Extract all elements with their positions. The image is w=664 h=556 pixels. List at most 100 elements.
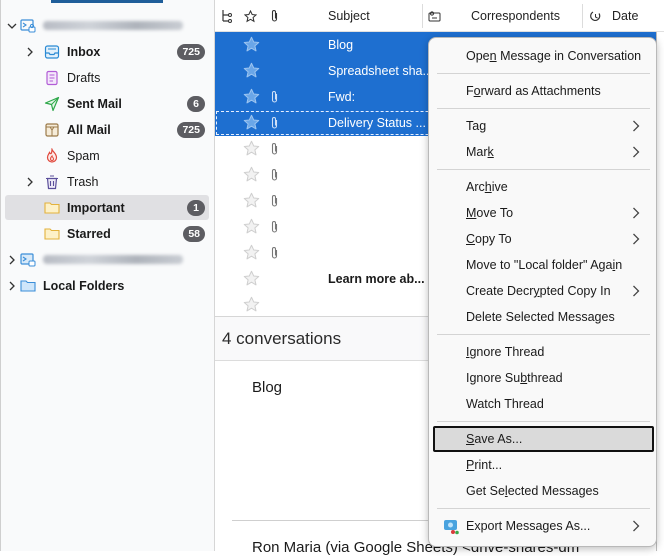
menu-item-archive[interactable]: Archive <box>433 174 654 200</box>
all-mail-icon <box>43 121 61 139</box>
star-icon[interactable] <box>243 88 260 105</box>
subject-column-header[interactable]: Subject <box>328 0 370 32</box>
spam-icon <box>43 147 61 165</box>
folder-inbox[interactable]: Inbox 725 <box>5 39 209 64</box>
menu-item-tag[interactable]: Tag <box>433 113 654 139</box>
menu-item-open-message-in-conversation[interactable]: Open Message in Conversation <box>433 43 654 69</box>
chevron-right-icon[interactable] <box>5 253 19 267</box>
message-subject: Fwd: <box>328 90 356 104</box>
folder-starred[interactable]: Starred 58 <box>5 221 209 246</box>
star-icon[interactable] <box>243 244 260 261</box>
scrollbar-track[interactable] <box>656 32 664 551</box>
account-row-2[interactable] <box>5 247 209 272</box>
submenu-arrow-icon <box>632 285 640 297</box>
menu-separator <box>437 169 650 170</box>
star-icon[interactable] <box>243 166 260 183</box>
folder-name: Trash <box>67 174 99 189</box>
star-icon[interactable] <box>243 140 260 157</box>
menu-separator <box>437 108 650 109</box>
folder-name: All Mail <box>67 122 111 137</box>
conversation-subject[interactable]: Blog <box>252 379 282 396</box>
folder-sent-mail[interactable]: Sent Mail 6 <box>5 91 209 116</box>
account-row-1[interactable] <box>5 13 209 38</box>
scroll-indicator <box>51 0 163 3</box>
local-folder-icon <box>19 277 37 295</box>
chevron-down-icon[interactable] <box>5 19 19 33</box>
menu-item-save-as[interactable]: Save As... <box>433 426 654 452</box>
folder-important[interactable]: Important 1 <box>5 195 209 220</box>
context-menu: Open Message in Conversation Forward as A… <box>428 37 657 547</box>
menu-item-label: Move To <box>466 206 514 220</box>
date-column-header[interactable]: Date <box>612 0 638 32</box>
menu-item-label: Save As... <box>466 432 523 446</box>
menu-item-move-to-local-folder-again[interactable]: Move to "Local folder" Again <box>433 252 654 278</box>
attachment-icon <box>270 194 279 208</box>
menu-separator <box>437 421 650 422</box>
thread-column-icon[interactable] <box>221 0 233 32</box>
menu-item-print[interactable]: Print... <box>433 452 654 478</box>
account-mail-icon <box>19 17 37 35</box>
menu-item-label: Copy To <box>466 232 512 246</box>
menu-item-label: Export Messages As... <box>466 519 591 533</box>
menu-item-label: Move to "Local folder" Again <box>466 258 623 272</box>
menu-item-get-selected-messages[interactable]: Get Selected Messages <box>433 478 654 504</box>
menu-separator <box>437 334 650 335</box>
star-icon[interactable] <box>243 62 260 79</box>
star-icon[interactable] <box>243 218 260 235</box>
menu-item-move-to[interactable]: Move To <box>433 200 654 226</box>
star-icon[interactable] <box>243 36 260 53</box>
folder-pane: Inbox 725 Drafts Sent Mail 6 All Mail 725 Spam T… <box>0 0 215 551</box>
menu-item-label: Ignore Thread <box>466 345 545 359</box>
unread-count-badge: 725 <box>177 43 205 60</box>
submenu-arrow-icon <box>632 120 640 132</box>
account-name <box>43 255 183 264</box>
menu-item-label: Create Decrypted Copy In <box>466 284 611 298</box>
date-sort-icon <box>590 0 601 32</box>
folder-spam[interactable]: Spam <box>5 143 209 168</box>
menu-item-mark[interactable]: Mark <box>433 139 654 165</box>
menu-item-label: Tag <box>466 119 487 133</box>
attachment-column-icon[interactable] <box>270 0 279 32</box>
menu-item-create-decrypted-copy-in[interactable]: Create Decrypted Copy In <box>433 278 654 304</box>
chevron-right-icon[interactable] <box>23 175 37 189</box>
local-folders-row[interactable]: Local Folders <box>5 273 209 298</box>
attachment-icon <box>270 142 279 156</box>
chevron-right-icon[interactable] <box>5 279 19 293</box>
chevron-right-icon[interactable] <box>23 45 37 59</box>
folder-name: Important <box>67 200 125 215</box>
folder-drafts[interactable]: Drafts <box>5 65 209 90</box>
menu-item-label: Delete Selected Messages <box>466 310 615 324</box>
message-subject: Learn more ab... <box>328 272 425 286</box>
message-subject: Spreadsheet sha... <box>328 64 433 78</box>
menu-item-ignore-subthread[interactable]: Ignore Subthread <box>433 365 654 391</box>
unread-count-badge: 1 <box>187 199 205 216</box>
correspondents-column-header[interactable]: Correspondents <box>471 0 560 32</box>
menu-item-delete-selected-messages[interactable]: Delete Selected Messages <box>433 304 654 330</box>
star-icon[interactable] <box>243 114 260 131</box>
menu-item-watch-thread[interactable]: Watch Thread <box>433 391 654 417</box>
unread-count-badge: 6 <box>187 95 205 112</box>
menu-item-export-messages-as[interactable]: Export Messages As... <box>433 513 654 539</box>
star-icon[interactable] <box>243 192 260 209</box>
menu-item-copy-to[interactable]: Copy To <box>433 226 654 252</box>
account-mail-icon <box>19 251 37 269</box>
star-icon[interactable] <box>243 296 260 313</box>
menu-item-ignore-thread[interactable]: Ignore Thread <box>433 339 654 365</box>
menu-item-label: Print... <box>466 458 503 472</box>
star-column-icon[interactable] <box>244 0 257 32</box>
submenu-arrow-icon <box>632 146 640 158</box>
menu-item-label: Watch Thread <box>466 397 544 411</box>
attachment-icon <box>270 220 279 234</box>
folder-trash[interactable]: Trash <box>5 169 209 194</box>
menu-item-forward-as-attachments[interactable]: Forward as Attachments <box>433 78 654 104</box>
folder-all-mail[interactable]: All Mail 725 <box>5 117 209 142</box>
star-icon[interactable] <box>243 270 260 287</box>
menu-item-label: Archive <box>466 180 508 194</box>
correspondents-column-icon <box>428 0 441 32</box>
menu-item-label: Forward as Attachments <box>466 84 601 98</box>
